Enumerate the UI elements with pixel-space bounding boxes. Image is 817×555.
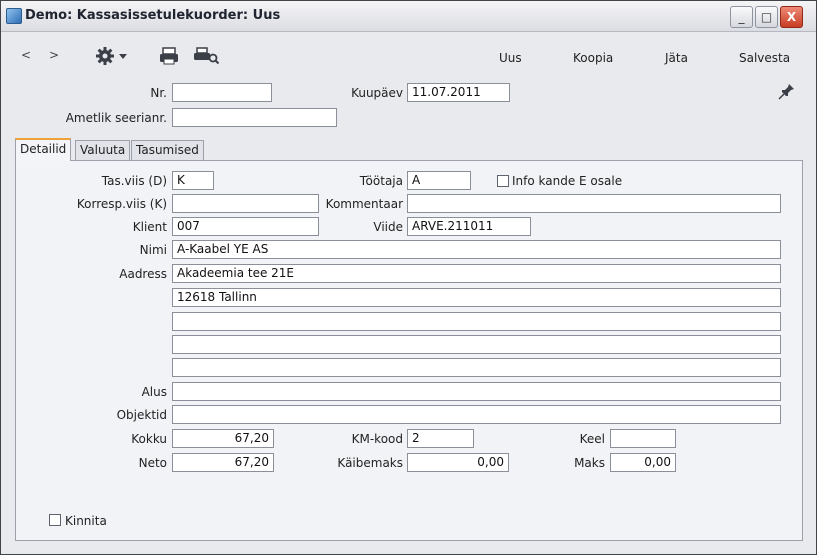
close-button[interactable]: X [780, 6, 803, 28]
sales-tax-label: Käibemaks [337, 456, 403, 470]
vat-code-field[interactable]: 2 [407, 429, 474, 448]
address-line-4[interactable] [172, 335, 781, 354]
copy-button[interactable]: Koopia [573, 51, 613, 65]
print-icon[interactable] [159, 47, 179, 65]
total-label: Kokku [131, 432, 167, 446]
payment-mode-label: Tas.viis (D) [101, 174, 167, 188]
language-label: Keel [579, 432, 605, 446]
sales-tax-field[interactable]: 0,00 [407, 453, 509, 472]
language-field[interactable] [610, 429, 676, 448]
app-window: Demo: Kassasissetulekuorder: Uus _ □ X <… [0, 0, 817, 555]
tax-field[interactable]: 0,00 [610, 453, 676, 472]
tab-payments[interactable]: Tasumised [131, 140, 204, 160]
app-icon [6, 8, 22, 24]
corresp-label: Korresp.viis (K) [76, 197, 167, 211]
pin-icon[interactable] [778, 82, 796, 100]
info-checkbox-label: Info kande E osale [512, 174, 623, 188]
confirm-checkbox-label: Kinnita [65, 514, 107, 528]
maximize-button[interactable]: □ [755, 6, 778, 28]
forward-button[interactable]: > [49, 48, 59, 62]
title-bar[interactable]: Demo: Kassasissetulekuorder: Uus _ □ X [1, 1, 816, 32]
employee-field[interactable]: A [407, 171, 471, 190]
date-field[interactable]: 11.07.2011 [407, 83, 510, 102]
nr-field[interactable] [172, 83, 272, 102]
basis-field[interactable] [172, 382, 781, 401]
reference-label: Viide [373, 220, 403, 234]
client-label: Klient [132, 220, 167, 234]
objects-field[interactable] [172, 405, 781, 424]
print-preview-icon[interactable] [194, 47, 220, 65]
confirm-checkbox[interactable] [49, 514, 61, 526]
address-line-1[interactable]: Akadeemia tee 21E [172, 264, 781, 283]
window-title: Demo: Kassasissetulekuorder: Uus [25, 8, 281, 23]
discard-button[interactable]: Jäta [665, 51, 688, 65]
address-line-3[interactable] [172, 312, 781, 331]
address-label: Aadress [119, 267, 167, 281]
tax-label: Maks [574, 456, 605, 470]
client-field[interactable]: 007 [172, 217, 319, 236]
serial-label: Ametlik seerianr. [65, 111, 167, 125]
save-button[interactable]: Salvesta [739, 51, 790, 65]
payment-mode-field[interactable]: K [172, 171, 214, 190]
comment-label: Kommentaar [325, 197, 403, 211]
net-field[interactable]: 67,20 [172, 453, 274, 472]
employee-label: Töötaja [359, 174, 403, 188]
total-field[interactable]: 67,20 [172, 429, 274, 448]
comment-field[interactable] [407, 194, 781, 213]
serial-field[interactable] [172, 108, 337, 127]
nr-label: Nr. [150, 86, 167, 100]
minimize-button[interactable]: _ [730, 6, 753, 28]
basis-label: Alus [141, 385, 167, 399]
name-label: Nimi [139, 243, 167, 257]
info-checkbox[interactable] [497, 175, 509, 187]
tab-details[interactable]: Detailid [15, 138, 72, 161]
back-button[interactable]: < [21, 48, 31, 62]
gear-icon[interactable] [95, 46, 129, 66]
new-button[interactable]: Uus [499, 51, 522, 65]
net-label: Neto [138, 456, 167, 470]
address-line-2[interactable]: 12618 Tallinn [172, 288, 781, 307]
reference-field[interactable]: ARVE.211011 [407, 217, 531, 236]
date-label: Kuupäev [351, 86, 403, 100]
vat-code-label: KM-kood [351, 432, 403, 446]
corresp-field[interactable] [172, 194, 319, 213]
tab-currency[interactable]: Valuuta [75, 140, 131, 160]
name-field[interactable]: A-Kaabel YE AS [172, 240, 781, 259]
objects-label: Objektid [116, 408, 167, 422]
address-line-5[interactable] [172, 358, 781, 377]
toolbar: < > Uus Koopia Jäta Salvesta [1, 32, 816, 84]
